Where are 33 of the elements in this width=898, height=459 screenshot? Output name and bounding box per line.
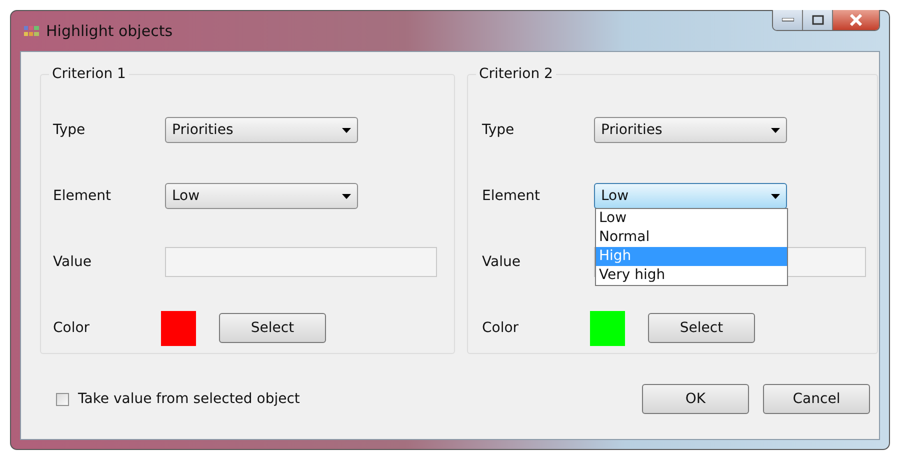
select-button[interactable]: Select [648,313,755,343]
color-label: Color [482,320,520,336]
element-label: Element [482,188,541,204]
window-title: Highlight objects [46,22,174,40]
caret-icon [342,194,351,198]
minimize-button[interactable] [773,10,803,30]
value-field[interactable] [165,247,437,277]
select-button[interactable]: Select [219,313,326,343]
caret-icon [342,128,351,132]
app-icon [24,24,40,38]
value-label: Value [482,254,522,270]
element-label: Element [53,188,112,204]
dropdown-option[interactable]: Normal [596,228,787,247]
type-dropdown[interactable]: Priorities [594,117,787,143]
maximize-button[interactable] [803,10,833,30]
dropdown-option[interactable]: Very high [596,266,787,285]
type-dropdown[interactable]: Priorities [165,117,358,143]
cancel-button[interactable]: Cancel [763,384,870,414]
caret-icon [771,194,780,198]
element-dropdown[interactable]: Low [165,183,358,209]
type-label: Type [482,122,516,138]
minimize-icon [782,18,794,22]
checkbox-label: Take value from selected object [78,391,301,407]
close-icon [849,14,863,26]
value-label: Value [53,254,92,270]
ok-button[interactable]: OK [642,384,749,414]
dropdown-option[interactable]: Low [596,209,787,228]
type-label: Type [53,122,86,138]
close-button[interactable] [833,10,879,30]
checkbox[interactable] [56,392,69,406]
caret-icon [771,128,780,132]
maximize-icon [812,15,824,25]
color-label: Color [53,320,91,336]
